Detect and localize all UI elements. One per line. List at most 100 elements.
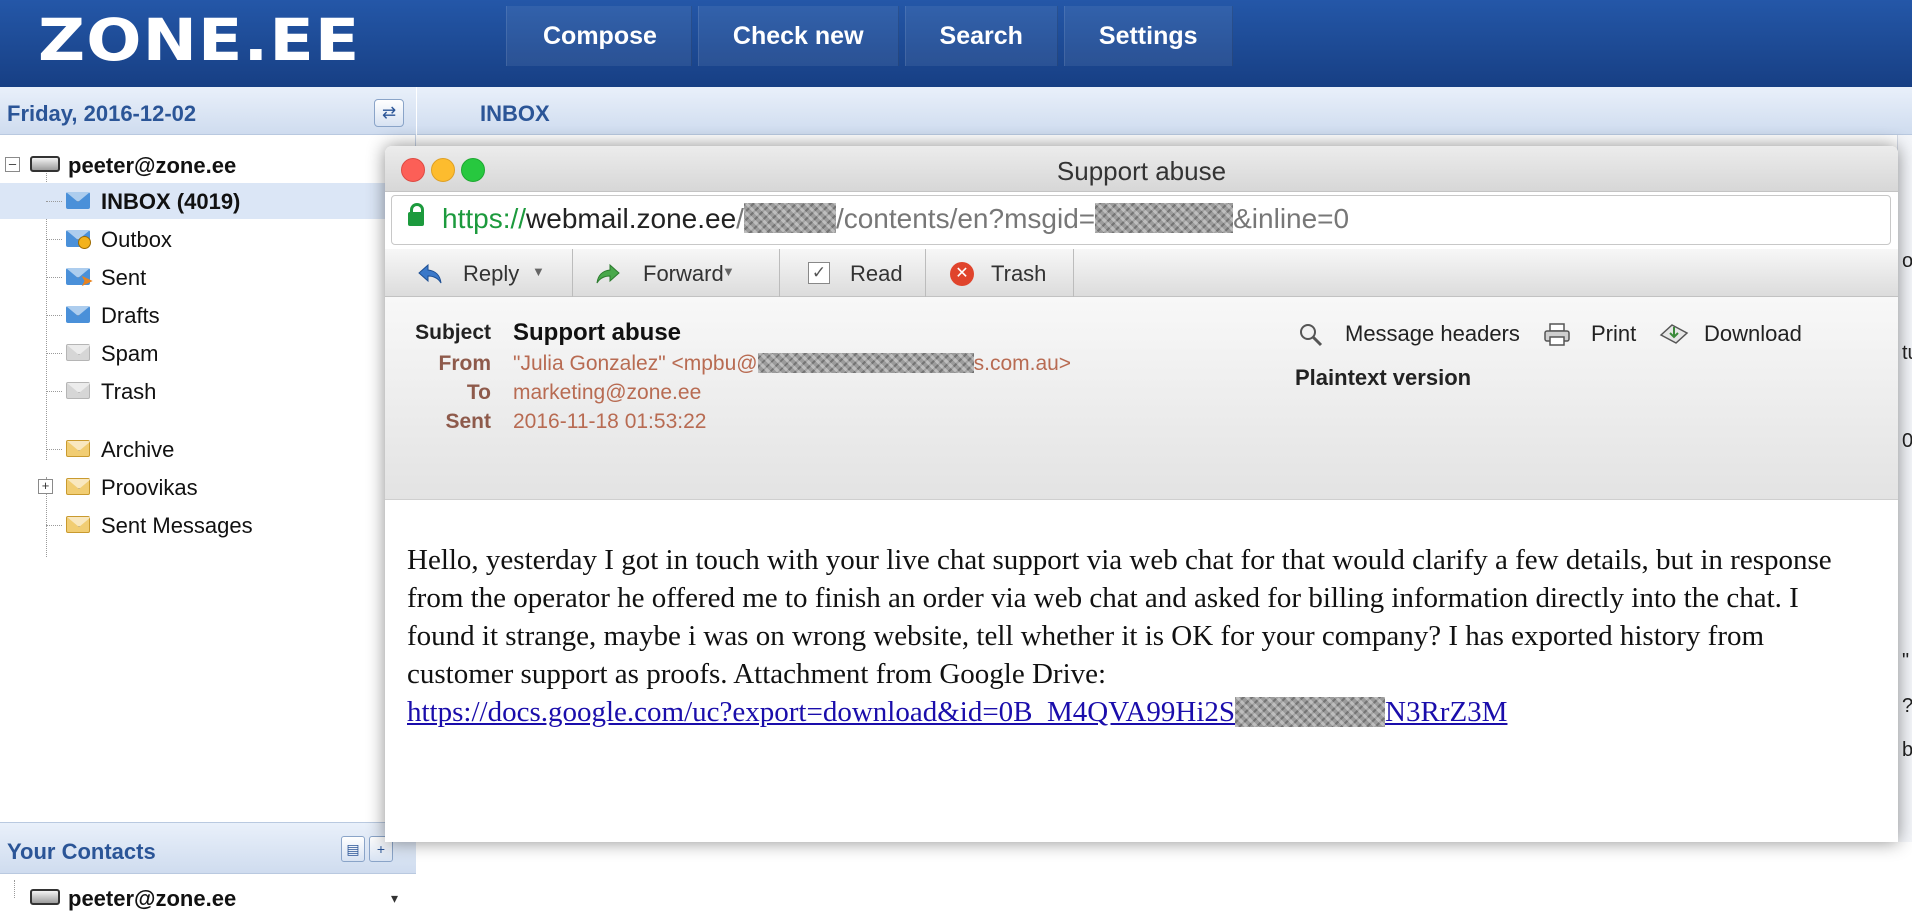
from-value[interactable]: "Julia Gonzalez" <mpbu@ s.com.au> [513,352,1071,376]
message-body-text: Hello, yesterday I got in touch with you… [407,544,1832,690]
message-headers-label: Message headers [1345,321,1520,346]
sidebar-item-sent-messages[interactable]: Sent Messages ▾ [0,507,400,543]
sidebar-item-label: Proovikas [101,475,198,500]
refresh-icon[interactable]: ⇄ [374,99,404,127]
sidebar-item-sent[interactable]: ➤ Sent ▾ [0,259,400,295]
printer-icon [1544,323,1570,346]
sidebar-item-outbox[interactable]: Outbox ▾ [0,221,400,257]
sidebar-item-drafts[interactable]: Drafts ▾ [0,297,400,333]
drafts-icon [66,306,90,323]
mark-read-button[interactable]: ✓ Read [780,249,926,297]
plaintext-version-link[interactable]: Plaintext version [1295,365,1471,391]
sent-value: 2016-11-18 01:53:22 [513,410,707,433]
sidebar-item-label: Archive [101,437,175,462]
sidebar-item-label: Drafts [101,303,160,328]
outbox-icon [66,230,91,249]
check-new-button[interactable]: Check new [697,6,899,66]
account-label: peeter@zone.ee [68,153,237,178]
inbox-icon [66,192,90,209]
subject-label: Subject [415,321,491,344]
message-body: Hello, yesterday I got in touch with you… [407,541,1867,731]
link-start: https://docs.google.com/uc?export=downlo… [407,696,1236,728]
expand-icon[interactable]: + [38,479,53,494]
from-suffix: s.com.au> [973,352,1072,375]
contacts-title: Your Contacts [7,839,156,864]
subject-value: Support abuse [513,319,682,346]
redacted-block [1095,203,1234,233]
chevron-down-icon[interactable]: ▼ [722,264,735,279]
inbox-title: INBOX [480,101,550,126]
chevron-down-icon[interactable]: ▾ [391,890,398,907]
link-end: N3RrZ3M [1385,696,1508,728]
url-text[interactable]: https://webmail.zone.ee/ /contents/en?msg… [442,203,1349,235]
chevron-down-icon[interactable]: ▼ [532,264,545,279]
collapse-icon[interactable]: – [5,157,20,172]
to-label: To [466,381,491,404]
address-bar[interactable]: https://webmail.zone.ee/ /contents/en?msg… [391,195,1891,245]
settings-button[interactable]: Settings [1063,6,1233,66]
folder-icon [66,440,91,457]
trash-button[interactable]: ✕ Trash [926,249,1074,297]
account-drive-icon [30,156,60,172]
redacted-block [743,203,836,233]
redacted-block [757,353,974,373]
forward-label: Forward [643,261,724,286]
sidebar-item-label: Outbox [101,227,172,252]
list-fragment: 01 [1902,430,1912,452]
url-scheme: https:// [442,203,527,234]
top-header: ZONE.EE Compose Check new Search Setting… [0,0,1912,87]
spam-icon [66,344,91,361]
list-fragment: ? [1902,695,1912,718]
forward-button[interactable]: Forward ▼ [573,249,780,297]
contacts-header: Your Contacts ▤ + [0,822,416,874]
from-prefix: "Julia Gonzalez" <mpbu@ [513,352,758,375]
reply-button[interactable]: Reply ▼ [385,249,573,297]
account-row[interactable]: – peeter@zone.ee ▾ [0,147,400,183]
sidebar-item-inbox[interactable]: INBOX (4019) ▾ [0,183,400,219]
url-host: webmail.zone.ee [526,203,737,234]
sidebar-item-label: Trash [101,379,157,404]
magnifier-icon [1300,324,1323,347]
window-titlebar[interactable]: Support abuse [385,146,1898,192]
redacted-block [1235,697,1386,727]
lock-icon [408,203,424,226]
download-icon [1659,324,1689,344]
trash-label: Trash [991,261,1047,286]
checkbox-icon: ✓ [808,262,830,284]
reply-label: Reply [463,261,520,286]
sidebar-item-label: Spam [101,341,159,366]
list-fragment: o [1902,250,1912,272]
folder-sidebar: Friday, 2016-12-02 ⇄ – peeter@zone.ee ▾ … [0,87,416,911]
sent-label: Sent [445,410,491,433]
folder-icon [66,478,91,495]
sidebar-item-spam[interactable]: Spam ▾ [0,335,400,371]
list-fragment: bl [1902,739,1912,761]
sidebar-item-trash[interactable]: Trash ▾ [0,373,400,409]
forward-icon [596,263,620,284]
contact-label: peeter@zone.ee [68,886,237,911]
sidebar-item-archive[interactable]: Archive ▾ [0,431,400,467]
brand-logo[interactable]: ZONE.EE [38,6,360,74]
url-slash: / [736,203,744,234]
contacts-list-icon[interactable]: ▤ [341,836,365,862]
attachment-link[interactable]: https://docs.google.com/uc?export=downlo… [407,696,1507,728]
sidebar-item-label: INBOX (4019) [101,189,241,214]
date-header: Friday, 2016-12-02 ⇄ [0,87,416,135]
contact-row[interactable]: peeter@zone.ee ▾ [0,880,400,916]
window-title: Support abuse [1056,156,1227,186]
inbox-header: INBOX [417,87,1912,135]
list-edge [1897,135,1912,842]
url-tail: &inline=0 [1233,203,1350,234]
message-headers: Subject Support abuse From "Julia Gonzal… [385,297,1898,500]
sidebar-item-proovikas[interactable]: + Proovikas ▾ [0,469,400,505]
date-title: Friday, 2016-12-02 [7,101,197,126]
sidebar-item-label: Sent Messages [101,513,253,538]
to-value[interactable]: marketing@zone.ee [513,381,701,405]
sent-icon: ➤ [66,268,93,290]
account-drive-icon [30,889,60,905]
message-toolbar: Reply ▼ Forward ▼ ✓ Read ✕ Trash [385,249,1898,297]
folder-icon [66,516,91,533]
search-button[interactable]: Search [904,6,1058,66]
download-label: Download [1704,321,1802,346]
compose-button[interactable]: Compose [506,6,692,66]
